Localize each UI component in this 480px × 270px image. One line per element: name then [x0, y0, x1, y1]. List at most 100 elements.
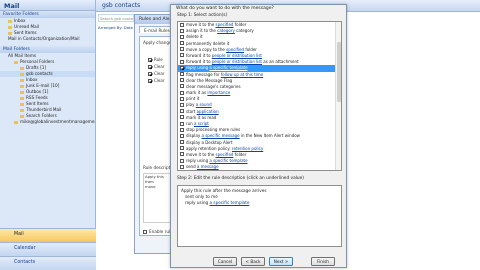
- folder-tree-item[interactable]: mike@globalinvestmentmanagement: [0, 119, 95, 125]
- action-link[interactable]: a sound: [196, 102, 212, 107]
- folder-tree: Personal Folders Drafts [1] gsb contacts In…: [0, 59, 95, 125]
- action-checkbox[interactable]: [180, 59, 184, 64]
- folder-tree-label: Personal Folders: [20, 59, 55, 64]
- cancel-button[interactable]: Cancel: [213, 257, 237, 266]
- action-checkbox[interactable]: [180, 121, 184, 126]
- actions-list[interactable]: move it to the specified folder assign it…: [177, 21, 342, 171]
- action-text: stop processing more rules: [186, 127, 241, 133]
- search-input[interactable]: Search gsb contacts: [98, 14, 134, 22]
- folder-tree-label: Sent Items: [26, 101, 49, 106]
- favorites-list: Inbox Unread Mail Sent Items: [0, 18, 95, 36]
- favorite-folder-label: Sent Items: [14, 30, 37, 35]
- action-link[interactable]: a message: [197, 164, 219, 169]
- action-checkbox[interactable]: [180, 158, 184, 163]
- action-checkbox[interactable]: [180, 152, 184, 157]
- action-text: reply using: [186, 65, 210, 71]
- action-checkbox[interactable]: [180, 41, 184, 46]
- folder-icon: [20, 114, 24, 118]
- favorite-folders-header[interactable]: Favorite Folders: [0, 11, 95, 18]
- nav-button-calendar[interactable]: Calendar: [0, 242, 96, 256]
- action-checkbox[interactable]: [180, 53, 184, 58]
- folder-icon: [20, 78, 24, 82]
- action-checkbox[interactable]: [180, 84, 184, 89]
- action-text-suffix: as an attachment: [262, 59, 299, 65]
- action-text: send: [186, 164, 197, 170]
- favorite-folder-label: Unread Mail: [14, 24, 39, 29]
- action-checkbox[interactable]: [180, 34, 184, 39]
- action-checkbox[interactable]: [180, 28, 184, 33]
- action-text: move it to the: [186, 151, 216, 157]
- action-link[interactable]: people or distribution list: [212, 53, 262, 58]
- action-link[interactable]: importance: [207, 90, 230, 95]
- action-item[interactable]: send a message: [178, 164, 341, 170]
- action-link[interactable]: specified: [216, 22, 234, 27]
- action-checkbox[interactable]: [180, 164, 184, 169]
- finish-button[interactable]: Finish: [311, 257, 335, 266]
- action-link[interactable]: retention policy: [232, 146, 263, 151]
- action-checkbox[interactable]: [180, 102, 184, 107]
- action-checkbox[interactable]: [180, 65, 184, 70]
- rules-wizard-dialog: What do you want to do with the message?…: [170, 4, 347, 268]
- action-checkbox[interactable]: [180, 146, 184, 151]
- folder-tree-label: gsb contacts: [26, 71, 53, 76]
- action-text-suffix: category: [234, 28, 254, 34]
- action-text: forward it to: [186, 59, 212, 65]
- action-link[interactable]: people or distribution list: [212, 59, 262, 64]
- action-link[interactable]: category: [217, 28, 235, 33]
- rule-enabled-checkbox[interactable]: [148, 57, 152, 62]
- action-checkbox[interactable]: [180, 72, 184, 76]
- action-text: run: [186, 121, 194, 126]
- enable-rules-box[interactable]: [143, 229, 147, 234]
- action-link[interactable]: application: [197, 109, 219, 114]
- action-link[interactable]: specified: [216, 152, 234, 157]
- action-checkbox[interactable]: [180, 109, 184, 114]
- mail-folders-header[interactable]: Mail Folders: [0, 46, 95, 53]
- action-checkbox[interactable]: [180, 133, 184, 138]
- action-link[interactable]: follow up at this time: [221, 72, 263, 77]
- action-text: mark it as: [186, 90, 208, 96]
- action-text: display a Desktop Alert: [186, 139, 233, 145]
- action-link[interactable]: a script: [194, 121, 209, 126]
- folder-tree-label: Thunderbird Mail: [26, 107, 62, 112]
- rule-enabled-checkbox[interactable]: [148, 78, 152, 83]
- back-button[interactable]: < Back: [241, 257, 265, 266]
- action-link[interactable]: a specific template: [209, 65, 247, 70]
- rule-description-line: move: [145, 184, 156, 189]
- action-checkbox[interactable]: [180, 78, 184, 83]
- action-link[interactable]: a specific message: [201, 133, 239, 138]
- rule-enabled-checkbox[interactable]: [148, 71, 152, 76]
- action-link[interactable]: a specific template: [209, 158, 247, 163]
- actions-scrollbar[interactable]: [335, 22, 341, 170]
- action-checkbox[interactable]: [180, 47, 184, 52]
- rule-description-box: Apply this from move: [143, 173, 173, 223]
- arranged-by[interactable]: Arranged By: Date: [98, 25, 134, 32]
- action-checkbox[interactable]: [180, 22, 184, 27]
- description-link[interactable]: a specific template: [209, 200, 249, 205]
- scrollbar-thumb[interactable]: [337, 42, 341, 102]
- action-checkbox[interactable]: [180, 127, 184, 132]
- folder-icon: [20, 102, 24, 106]
- action-text: reply using: [186, 158, 210, 164]
- action-text-suffix: in the New Item Alert window: [239, 133, 300, 139]
- action-checkbox[interactable]: [180, 90, 184, 95]
- rule-name: Clear: [154, 64, 165, 69]
- folder-tree-label: Drafts [1]: [26, 65, 46, 70]
- action-link[interactable]: specified: [226, 47, 244, 52]
- action-checkbox[interactable]: [180, 140, 184, 145]
- action-checkbox[interactable]: [180, 96, 184, 101]
- action-text-suffix: folder: [233, 22, 247, 27]
- action-text: mark it as read: [186, 114, 217, 120]
- nav-button-mail[interactable]: Mail: [0, 228, 96, 242]
- wizard-buttons: Cancel < Back Next > Finish: [171, 257, 348, 267]
- wizard-question: What do you want to do with the message?: [171, 5, 346, 13]
- action-text: permanently delete it: [186, 40, 230, 46]
- action-text: flag message for: [186, 71, 221, 77]
- folder-icon: [14, 120, 18, 124]
- folder-title: gsb contacts: [102, 2, 141, 9]
- rule-enabled-checkbox[interactable]: [148, 64, 152, 69]
- folder-tree-label: Search Folders: [26, 113, 57, 118]
- next-button[interactable]: Next >: [269, 257, 293, 266]
- action-text: print it: [186, 96, 200, 102]
- action-checkbox[interactable]: [180, 115, 184, 120]
- nav-button-contacts[interactable]: Contacts: [0, 256, 96, 270]
